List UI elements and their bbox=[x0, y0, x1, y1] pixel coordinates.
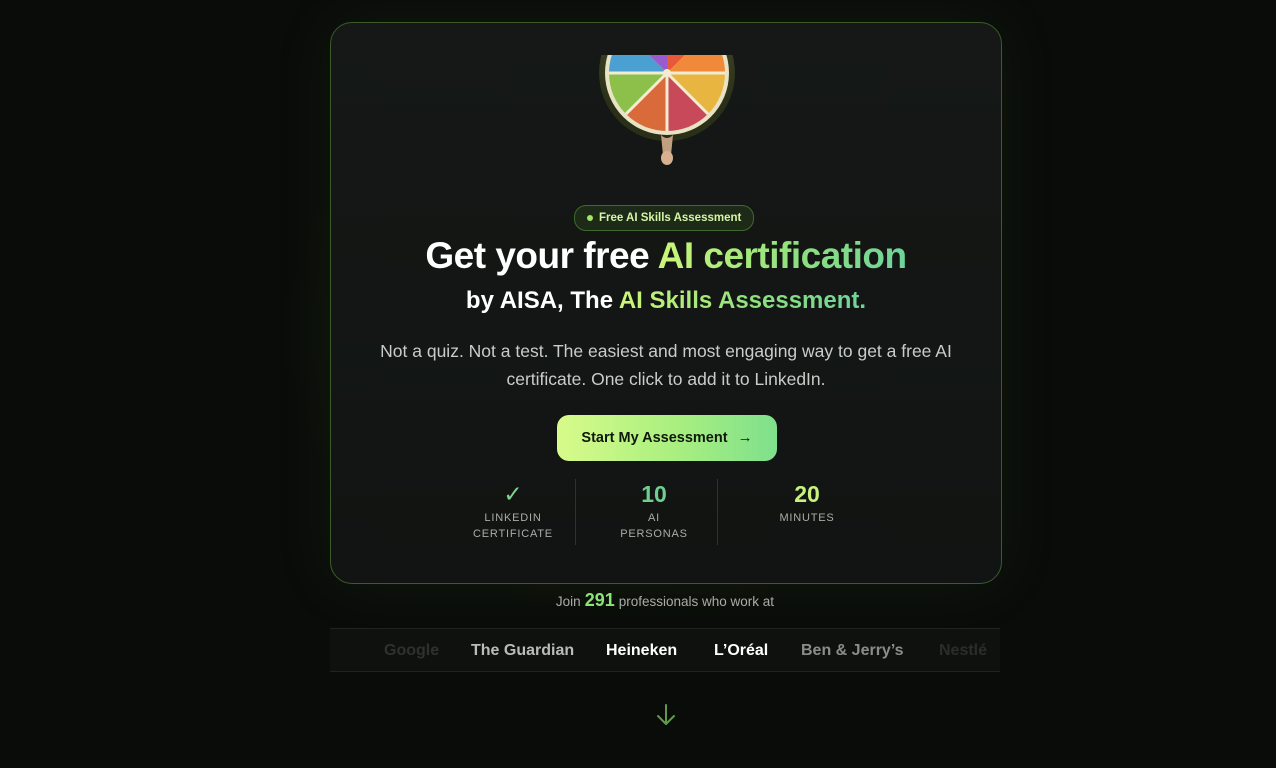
company-logo-strip: Google The Guardian Heineken L’Oréal Ben… bbox=[330, 628, 1000, 672]
stat-value: 20 bbox=[794, 481, 820, 507]
arrow-right-icon: → bbox=[737, 429, 753, 446]
subtitle-highlight: AI Skills Assessment. bbox=[618, 287, 867, 314]
company-google: Google bbox=[384, 642, 440, 659]
company-ben-and-jerrys: Ben & Jerry’s bbox=[801, 642, 904, 659]
company-the-guardian: The Guardian bbox=[471, 642, 575, 659]
title-highlight: AI certification bbox=[657, 235, 908, 276]
assessment-badge: Free AI Skills Assessment bbox=[574, 205, 755, 231]
badge-dot-icon bbox=[587, 215, 593, 221]
arrow-down-icon[interactable] bbox=[654, 702, 678, 728]
stat-minutes: 20 MINUTES bbox=[747, 479, 867, 526]
start-assessment-label: Start My Assessment bbox=[581, 430, 728, 446]
social-proof-text: Join 291 professionals who work at bbox=[330, 590, 1000, 611]
badge-label: Free AI Skills Assessment bbox=[599, 212, 742, 224]
stat-value: 10 bbox=[641, 481, 667, 507]
checkmark-icon: ✓ bbox=[503, 481, 523, 507]
page-title: Get your free AI certification bbox=[331, 235, 1001, 277]
title-prefix: Get your free bbox=[425, 235, 658, 276]
company-loreal: L’Oréal bbox=[714, 642, 769, 659]
stat-divider bbox=[717, 479, 718, 545]
stat-ai-personas: 10 AI PERSONAS bbox=[594, 479, 714, 542]
stat-linkedin-certificate: ✓ LINKEDIN CERTIFICATE bbox=[453, 479, 573, 542]
stat-divider bbox=[575, 479, 576, 545]
stats-row: ✓ LINKEDIN CERTIFICATE 10 AI PERSONAS 20… bbox=[331, 479, 1001, 549]
stat-label: LINKEDIN CERTIFICATE bbox=[473, 512, 553, 540]
company-heineken: Heineken bbox=[606, 642, 678, 659]
join-suffix: professionals who work at bbox=[618, 594, 775, 609]
rainbow-citrus-slice-image bbox=[599, 55, 735, 165]
hero-description: Not a quiz. Not a test. The easiest and … bbox=[380, 341, 952, 389]
page-subtitle: by AISA, The AI Skills Assessment. bbox=[331, 287, 1001, 315]
subtitle-prefix: by AISA, The bbox=[465, 287, 619, 314]
professionals-count: 291 bbox=[584, 590, 615, 610]
join-prefix: Join bbox=[555, 594, 581, 609]
start-assessment-button[interactable]: Start My Assessment → bbox=[557, 415, 777, 461]
hero-card: Free AI Skills Assessment Get your free … bbox=[330, 22, 1002, 584]
stat-label: MINUTES bbox=[779, 512, 835, 524]
stat-label: AI PERSONAS bbox=[620, 512, 688, 540]
company-nestle: Nestlé bbox=[939, 642, 988, 659]
